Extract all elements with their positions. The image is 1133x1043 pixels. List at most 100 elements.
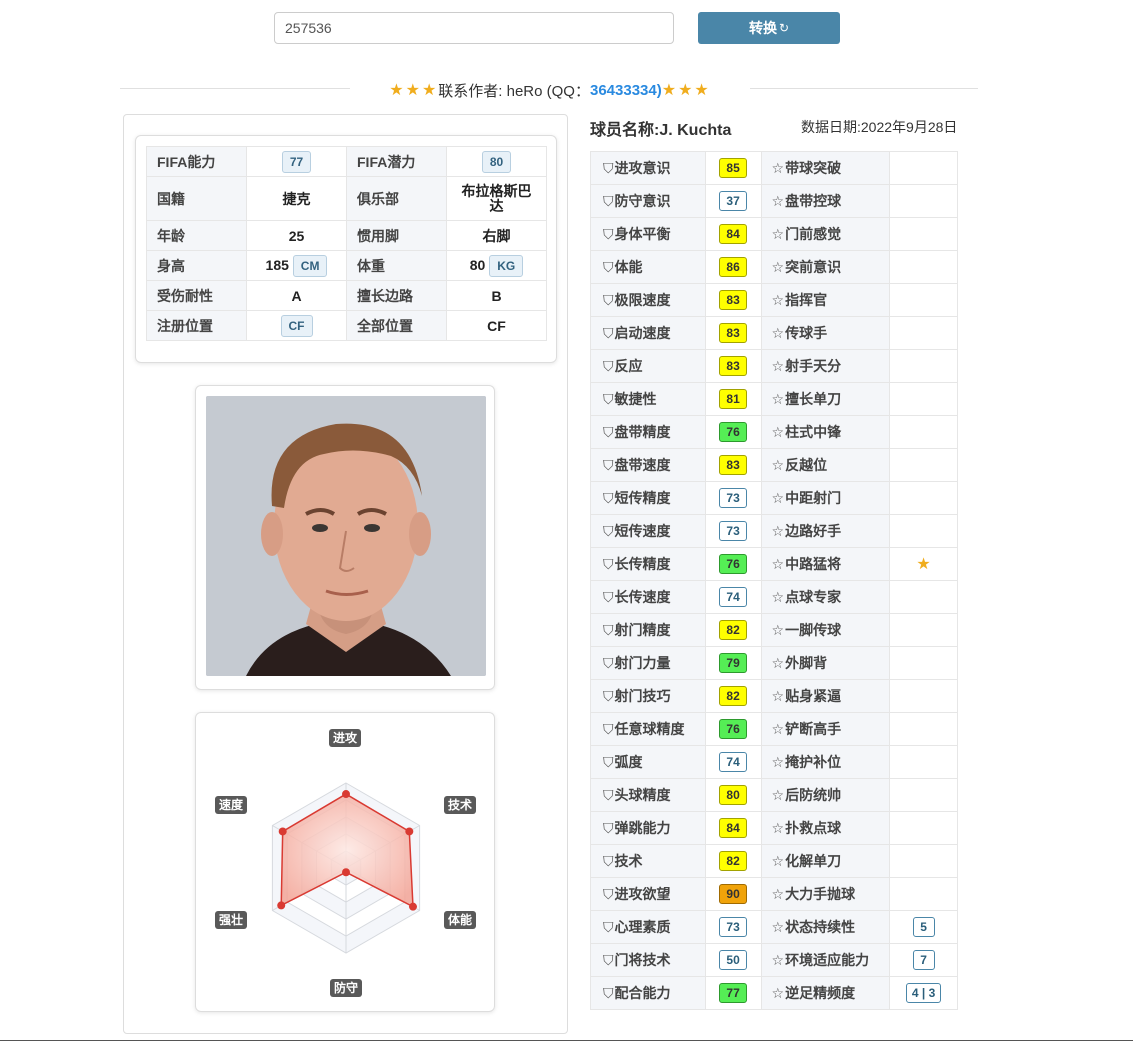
star-icon: ★★★ [661, 82, 711, 99]
star-icon: ★ [916, 556, 931, 573]
bookmark-icon: ⛉ [603, 655, 614, 671]
bottom-divider [0, 1040, 1133, 1041]
info-label: 擅长边路 [346, 280, 447, 311]
skill-name: 突前意识 [785, 259, 842, 275]
info-label: 年龄 [146, 220, 247, 251]
bookmark-icon: ⛉ [603, 226, 614, 242]
bookmark-icon: ⛉ [603, 259, 614, 275]
bookmark-icon: ⛉ [603, 820, 614, 836]
attribute-value-badge: 76 [719, 554, 748, 574]
attribute-name: 射门精度 [614, 622, 671, 638]
radar-label-physical: 体能 [444, 911, 477, 929]
star-outline-icon: ☆ [771, 490, 785, 506]
attribute-row: ⛉短传速度 73 ☆边路好手 [590, 514, 958, 548]
star-outline-icon: ☆ [771, 193, 785, 209]
attribute-name: 射门力量 [614, 655, 671, 671]
attribute-name: 技术 [614, 853, 643, 869]
refresh-icon: ↻ [778, 21, 790, 35]
fifa-ability-badge: 77 [281, 150, 312, 173]
bookmark-icon: ⛉ [603, 754, 614, 770]
bookmark-icon: ⛉ [603, 391, 614, 407]
attribute-name: 配合能力 [614, 985, 671, 1001]
radar-point-strength [277, 901, 286, 910]
attribute-value-badge: 37 [719, 191, 748, 211]
star-outline-icon: ☆ [771, 985, 785, 1001]
skill-name: 柱式中锋 [785, 424, 842, 440]
skill-value-badge: 7 [912, 950, 935, 970]
attribute-row: ⛉技术 82 ☆化解单刀 [590, 844, 958, 878]
info-label: 俱乐部 [346, 176, 447, 221]
attribute-name: 进攻意识 [614, 160, 671, 176]
attribute-name: 防守意识 [614, 193, 671, 209]
attribute-row: ⛉体能 86 ☆突前意识 [590, 250, 958, 284]
convert-button[interactable]: 转换 ↻ [698, 12, 840, 44]
attribute-value-badge: 86 [719, 257, 748, 277]
attribute-row: ⛉盘带速度 83 ☆反越位 [590, 448, 958, 482]
attribute-value-badge: 73 [719, 521, 748, 541]
attribute-value-badge: 77 [719, 983, 748, 1003]
player-id-input[interactable] [274, 12, 674, 44]
attribute-value-badge: 50 [719, 950, 748, 970]
info-label: 全部位置 [346, 310, 447, 341]
author-text: 联系作者: heRo (QQ： [438, 82, 590, 100]
divider-left [120, 88, 350, 89]
attribute-row: ⛉盘带精度 76 ☆柱式中锋 [590, 415, 958, 449]
attribute-value-badge: 80 [719, 785, 748, 805]
attribute-row: ⛉极限速度 83 ☆指挥官 [590, 283, 958, 317]
attribute-row: ⛉启动速度 83 ☆传球手 [590, 316, 958, 350]
star-outline-icon: ☆ [771, 556, 785, 572]
skill-name: 中距射门 [785, 490, 842, 506]
data-date: 数据日期:2022年9月28日 [801, 119, 958, 135]
attribute-name: 盘带精度 [614, 424, 671, 440]
attribute-value-badge: 76 [719, 422, 748, 442]
attribute-row: ⛉任意球精度 76 ☆铲断高手 [590, 712, 958, 746]
attribute-row: ⛉射门精度 82 ☆一脚传球 [590, 613, 958, 647]
star-outline-icon: ☆ [771, 523, 785, 539]
radar-point-attack [342, 790, 350, 799]
bookmark-icon: ⛉ [603, 886, 614, 902]
bookmark-icon: ⛉ [603, 457, 614, 473]
skill-value-badge: 4 | 3 [905, 983, 942, 1003]
fifa-potential-badge: 80 [481, 150, 512, 173]
attribute-row: ⛉弹跳能力 84 ☆扑救点球 [590, 811, 958, 845]
attribute-name: 短传速度 [614, 523, 671, 539]
skill-name: 反越位 [785, 457, 828, 473]
star-icon: ★★★ [389, 82, 439, 99]
attribute-row: ⛉心理素质 73 ☆状态持续性 5 [590, 910, 958, 944]
attribute-value-badge: 84 [719, 224, 748, 244]
skill-name: 掩护补位 [785, 754, 842, 770]
attribute-row: ⛉身体平衡 84 ☆门前感觉 [590, 217, 958, 251]
attribute-row: ⛉进攻欲望 90 ☆大力手抛球 [590, 877, 958, 911]
registered-position-badge: CF [280, 314, 313, 337]
star-outline-icon: ☆ [771, 952, 785, 968]
bookmark-icon: ⛉ [603, 589, 614, 605]
info-label: 国籍 [146, 176, 247, 221]
attribute-name: 启动速度 [614, 325, 671, 341]
info-label: 注册位置 [146, 310, 247, 341]
attribute-name: 反应 [614, 358, 643, 374]
skill-name: 扑救点球 [785, 820, 842, 836]
attribute-name: 射门技巧 [614, 688, 671, 704]
height-unit-badge: CM [292, 254, 328, 277]
star-outline-icon: ☆ [771, 721, 785, 737]
skill-name: 大力手抛球 [785, 886, 856, 902]
bookmark-icon: ⛉ [603, 556, 614, 572]
attribute-row: ⛉反应 83 ☆射手天分 [590, 349, 958, 383]
radar-point-technique [405, 827, 414, 836]
bookmark-icon: ⛉ [603, 358, 614, 374]
star-outline-icon: ☆ [771, 787, 785, 803]
star-outline-icon: ☆ [771, 292, 785, 308]
attribute-name: 敏捷性 [614, 391, 657, 407]
radar-label-attack: 进攻 [329, 729, 362, 747]
attribute-name: 进攻欲望 [614, 886, 671, 902]
injury-value: A [246, 280, 347, 311]
bookmark-icon: ⛉ [603, 490, 614, 506]
bookmark-icon: ⛉ [603, 622, 614, 638]
player-photo [206, 396, 486, 676]
bookmark-icon: ⛉ [603, 523, 614, 539]
attribute-value-badge: 74 [719, 587, 748, 607]
attribute-value-badge: 73 [719, 917, 748, 937]
attribute-value-badge: 82 [719, 851, 748, 871]
info-label: 身高 [146, 250, 247, 281]
star-outline-icon: ☆ [771, 457, 785, 473]
